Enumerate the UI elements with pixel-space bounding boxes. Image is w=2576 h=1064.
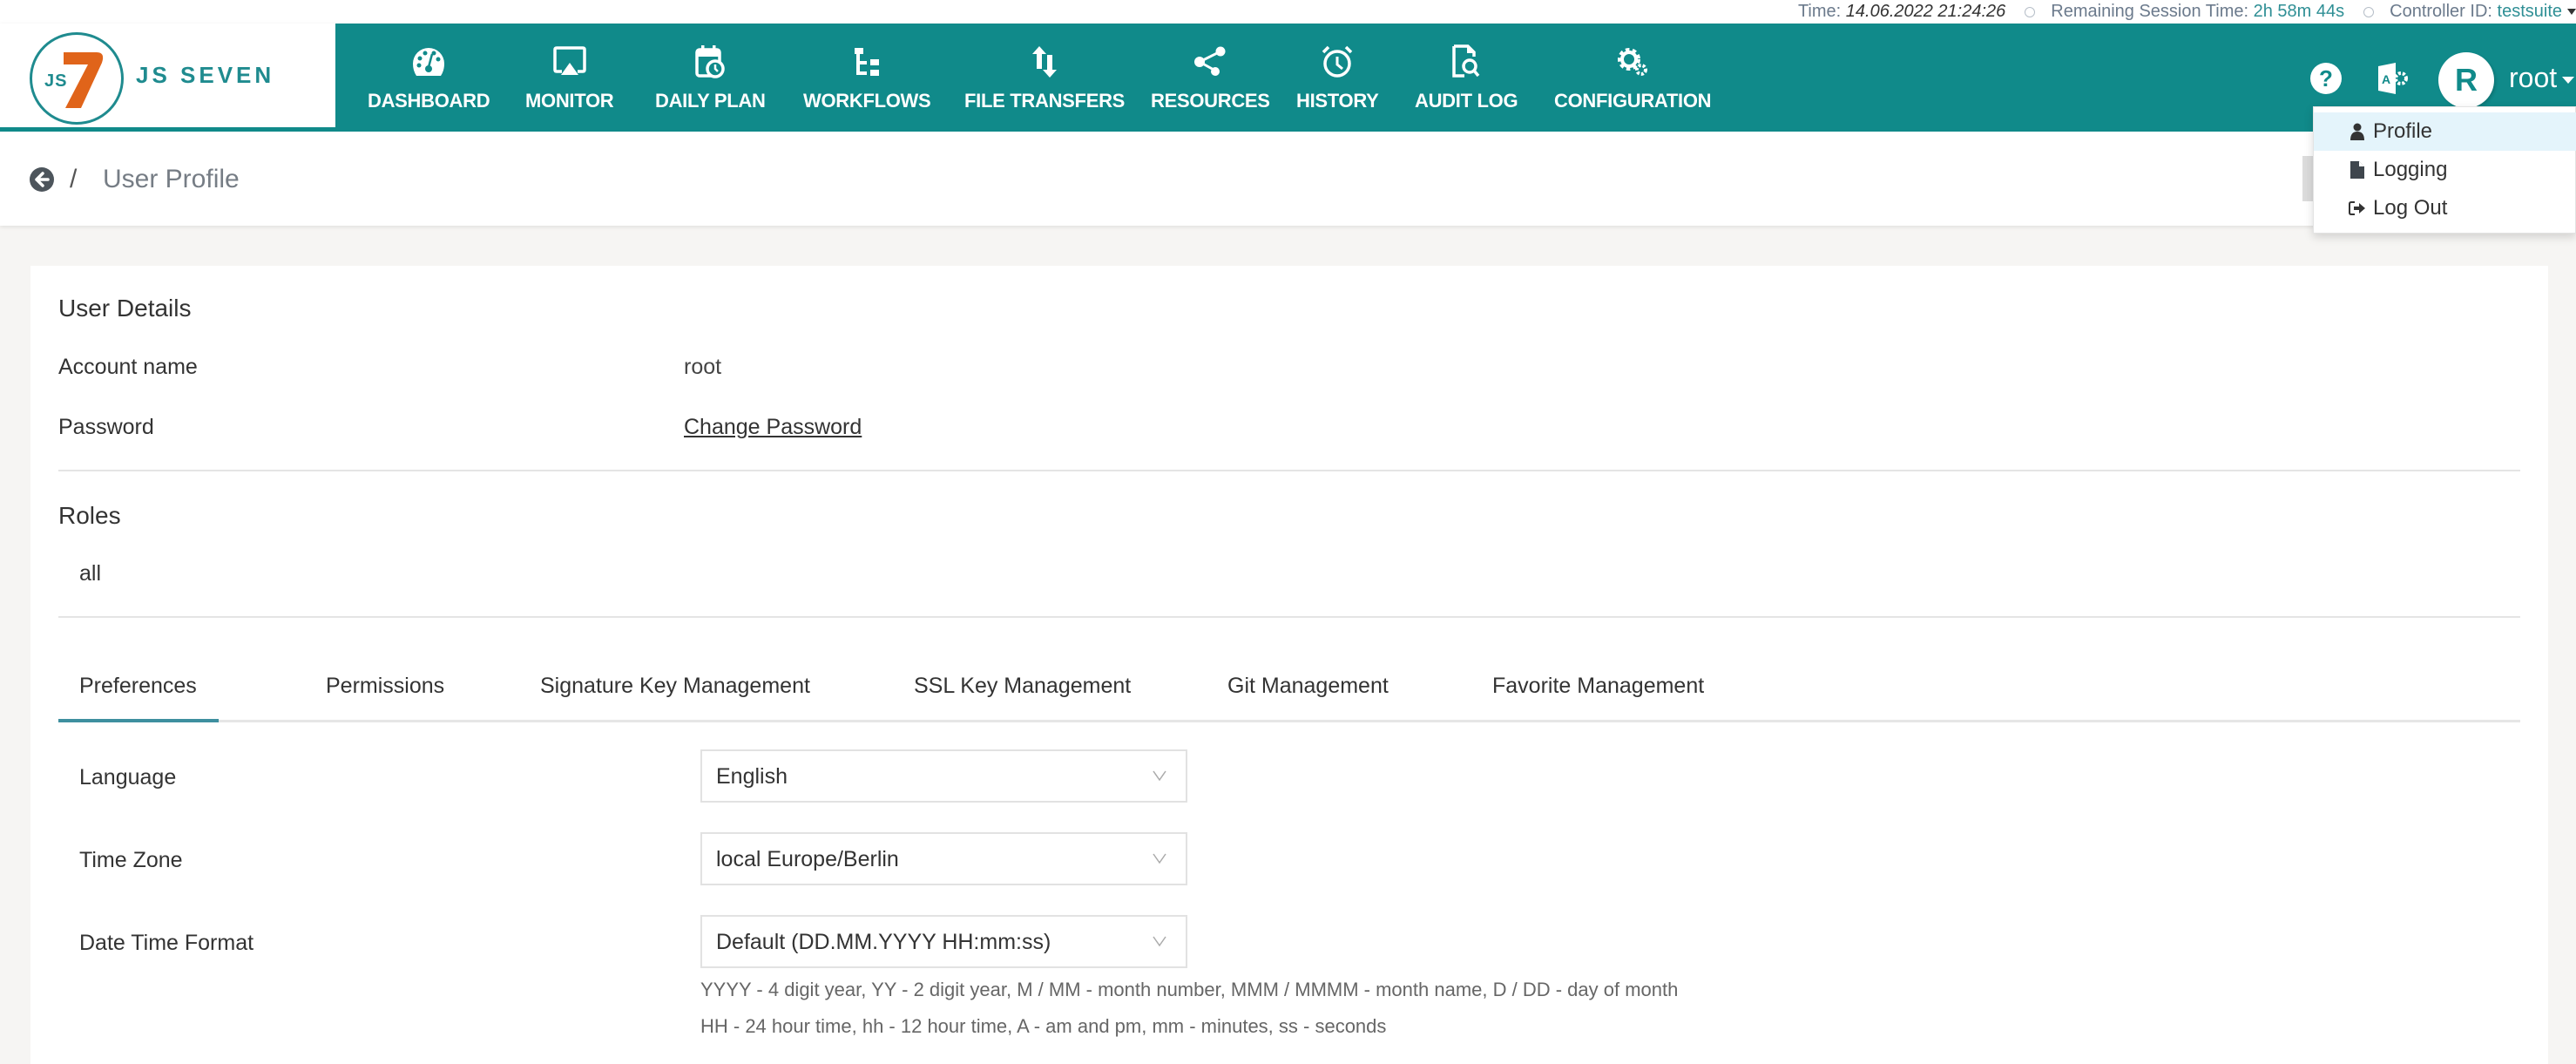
main-header: JS JS SEVEN DASHBOARD MONITOR DAILY PLAN (0, 24, 2576, 132)
controller-select[interactable]: testsuite (2498, 2, 2562, 22)
logo-seven-icon (64, 52, 104, 108)
page-title: User Profile (103, 165, 240, 193)
time-label: Time: (1797, 2, 1842, 21)
timezone-label: Time Zone (79, 848, 183, 872)
divider (58, 616, 2520, 618)
svg-text:A: A (2382, 72, 2390, 86)
tab-preferences[interactable]: Preferences (79, 674, 197, 699)
transfer-arrows-icon (1027, 44, 1062, 79)
menu-item-logout[interactable]: Log Out (2314, 189, 2576, 227)
nav-daily-plan[interactable]: DAILY PLAN (655, 24, 766, 132)
divider (58, 470, 2520, 471)
nav-label: DAILY PLAN (655, 90, 766, 112)
nav-label: MONITOR (525, 90, 614, 112)
sign-out-icon (2349, 199, 2366, 218)
roles-title: Roles (58, 502, 121, 529)
nav-label: FILE TRANSFERS (964, 90, 1126, 112)
nav-label: HISTORY (1296, 90, 1379, 112)
file-search-icon (1449, 44, 1484, 79)
tab-signature-key-management[interactable]: Signature Key Management (540, 674, 810, 699)
alarm-clock-icon (1320, 44, 1355, 79)
nav-audit-log[interactable]: AUDIT LOG (1415, 24, 1518, 132)
menu-item-label: Log Out (2373, 196, 2448, 220)
menu-item-label: Logging (2373, 158, 2448, 181)
separator-circle-icon (2025, 6, 2036, 17)
user-details-title: User Details (58, 295, 192, 322)
datetime-format-hint-2: HH - 24 hour time, hh - 12 hour time, A … (700, 1015, 1387, 1037)
monitor-icon (552, 44, 587, 79)
gears-icon (1615, 44, 1650, 79)
back-arrow-icon[interactable] (30, 167, 54, 192)
datetime-format-value: Default (DD.MM.YYYY HH:mm:ss) (716, 930, 1051, 954)
role-item: all (79, 561, 102, 586)
datetime-format-hint-1: YYYY - 4 digit year, YY - 2 digit year, … (700, 979, 1679, 1000)
user-menu-toggle[interactable]: root (2509, 62, 2575, 94)
username: root (2509, 62, 2558, 93)
help-icon[interactable]: ? (2310, 63, 2342, 94)
nav-label: WORKFLOWS (803, 90, 931, 112)
separator-circle-icon (2363, 6, 2375, 17)
tab-ssl-key-management[interactable]: SSL Key Management (914, 674, 1131, 699)
nav-workflows[interactable]: WORKFLOWS (803, 24, 931, 132)
nav-monitor[interactable]: MONITOR (525, 24, 614, 132)
logo[interactable]: JS JS SEVEN (0, 24, 335, 130)
avatar[interactable]: R (2438, 52, 2494, 108)
breadcrumb-separator: / (70, 165, 78, 193)
nav-label: CONFIGURATION (1554, 90, 1712, 112)
datetime-format-label: Date Time Format (79, 931, 254, 955)
controller-caret-icon[interactable] (2567, 9, 2576, 15)
nav-label: RESOURCES (1151, 90, 1270, 112)
calendar-clock-icon (693, 44, 727, 79)
language-label: Language (79, 765, 177, 790)
breadcrumb: / User Profile (0, 132, 2576, 226)
user-icon (2349, 122, 2366, 141)
profile-card: User Details Account name root Password … (30, 266, 2548, 1064)
account-name-value: root (684, 355, 722, 379)
brand-name: JS SEVEN (136, 62, 275, 88)
password-label: Password (58, 415, 154, 439)
caret-down-icon (2562, 76, 2575, 84)
chevron-down-icon (1153, 936, 1166, 947)
file-icon (2349, 160, 2366, 180)
share-nodes-icon (1193, 44, 1227, 79)
tab-favorite-management[interactable]: Favorite Management (1492, 674, 1704, 699)
nav-resources[interactable]: RESOURCES (1151, 24, 1270, 132)
nav-label: DASHBOARD (368, 90, 490, 112)
user-dropdown-menu: Profile Logging Log Out (2313, 106, 2576, 234)
workflow-tree-icon (849, 44, 884, 79)
active-tab-indicator (58, 719, 219, 722)
tab-git-management[interactable]: Git Management (1227, 674, 1389, 699)
menu-item-logging[interactable]: Logging (2314, 151, 2576, 189)
timezone-value: local Europe/Berlin (716, 847, 899, 871)
language-select[interactable]: English (700, 749, 1187, 803)
nav-configuration[interactable]: CONFIGURATION (1554, 24, 1712, 132)
session-info-bar: Time: 14.06.2022 21:24:26 Remaining Sess… (0, 0, 2576, 24)
session-label: Remaining Session Time: (2051, 2, 2249, 21)
nav-label: AUDIT LOG (1415, 90, 1518, 112)
time-value: 14.06.2022 21:24:26 (1845, 2, 2006, 21)
account-name-label: Account name (58, 355, 198, 379)
chevron-down-icon (1153, 770, 1166, 782)
change-password-link[interactable]: Change Password (684, 415, 862, 440)
controller-label: Controller ID: (2390, 2, 2492, 21)
menu-item-label: Profile (2373, 119, 2433, 143)
logo-circle-icon: JS (30, 32, 124, 125)
active-directory-settings-icon[interactable]: A (2377, 61, 2410, 96)
nav-history[interactable]: HISTORY (1296, 24, 1379, 132)
language-value: English (716, 764, 788, 789)
nav-file-transfers[interactable]: FILE TRANSFERS (964, 24, 1125, 132)
profile-tabs: Preferences Permissions Signature Key Ma… (58, 663, 2520, 722)
dashboard-gauge-icon (411, 44, 446, 79)
timezone-select[interactable]: local Europe/Berlin (700, 832, 1187, 885)
session-value: 2h 58m 44s (2253, 2, 2345, 21)
chevron-down-icon (1153, 853, 1166, 864)
nav-dashboard[interactable]: DASHBOARD (368, 24, 490, 132)
datetime-format-select[interactable]: Default (DD.MM.YYYY HH:mm:ss) (700, 915, 1187, 968)
menu-item-profile[interactable]: Profile (2314, 112, 2576, 151)
tab-permissions[interactable]: Permissions (326, 674, 444, 699)
